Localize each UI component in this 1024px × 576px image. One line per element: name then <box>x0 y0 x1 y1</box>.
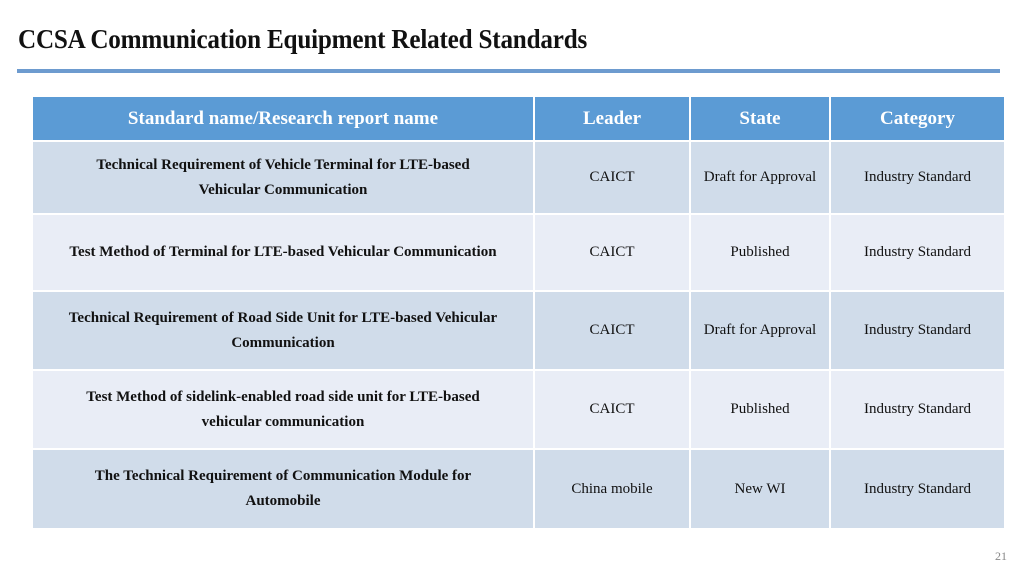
page-number: 21 <box>995 549 1007 563</box>
state-cell: Draft for Approval <box>689 290 831 371</box>
table-row: Technical Requirement of Road Side Unit … <box>31 290 1006 371</box>
title-divider <box>17 69 1000 73</box>
standard-name-cell: The Technical Requirement of Communicati… <box>31 448 535 530</box>
header-standard-name: Standard name/Research report name <box>31 95 535 142</box>
table-row: Test Method of sidelink-enabled road sid… <box>31 369 1006 450</box>
slide-title: CCSA Communication Equipment Related Sta… <box>18 24 588 54</box>
category-cell: Industry Standard <box>829 140 1006 215</box>
state-cell: New WI <box>689 448 831 530</box>
leader-cell: CAICT <box>533 290 691 371</box>
standard-name-cell: Test Method of Terminal for LTE-based Ve… <box>31 213 535 292</box>
table-header-row: Standard name/Research report name Leade… <box>31 95 1006 142</box>
state-cell: Published <box>689 213 831 292</box>
standard-name-cell: Test Method of sidelink-enabled road sid… <box>31 369 535 450</box>
standards-table: Standard name/Research report name Leade… <box>31 95 1006 530</box>
header-state: State <box>689 95 831 142</box>
leader-cell: CAICT <box>533 369 691 450</box>
standard-name-cell: Technical Requirement of Vehicle Termina… <box>31 140 535 215</box>
leader-cell: CAICT <box>533 213 691 292</box>
category-cell: Industry Standard <box>829 448 1006 530</box>
standard-name-cell: Technical Requirement of Road Side Unit … <box>31 290 535 371</box>
category-cell: Industry Standard <box>829 369 1006 450</box>
header-category: Category <box>829 95 1006 142</box>
category-cell: Industry Standard <box>829 290 1006 371</box>
state-cell: Published <box>689 369 831 450</box>
table-row: Test Method of Terminal for LTE-based Ve… <box>31 213 1006 292</box>
leader-cell: China mobile <box>533 448 691 530</box>
table-row: The Technical Requirement of Communicati… <box>31 448 1006 530</box>
header-leader: Leader <box>533 95 691 142</box>
category-cell: Industry Standard <box>829 213 1006 292</box>
leader-cell: CAICT <box>533 140 691 215</box>
table-row: Technical Requirement of Vehicle Termina… <box>31 140 1006 215</box>
state-cell: Draft for Approval <box>689 140 831 215</box>
